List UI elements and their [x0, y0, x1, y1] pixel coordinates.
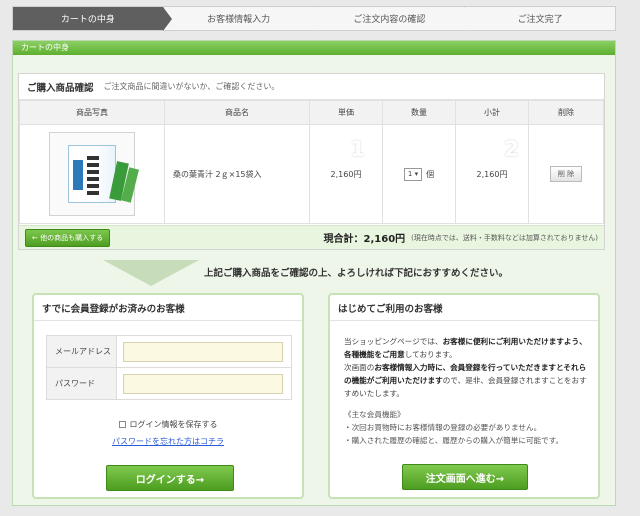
frame-title: カートの中身	[13, 41, 615, 55]
order-button-highlight: 注文画面へ進む→	[396, 461, 534, 493]
delete-cell: 削 除	[528, 124, 604, 224]
cart-total: 現合計：2,160円 (現在時点では、送料・手数料などは加算されておりません)	[323, 230, 598, 246]
quantity-value: 1	[407, 170, 413, 178]
col-qty: 数量	[382, 100, 456, 125]
guest-paragraph-2: 次画面のお客様情報入力時に、会員登録を行っていただきますとそれらの機能がご利用い…	[344, 363, 587, 398]
qty-highlight: 1 ▾ 個	[384, 157, 454, 191]
guest-panel: はじめてご利用のお客様 当ショッピングページでは、お客様に便利にご利用いただけま…	[328, 293, 600, 499]
guest-info: 当ショッピングページでは、お客様に便利にご利用いただけますよう、各種機能をご用意…	[344, 335, 590, 447]
product-photo-cell	[19, 124, 165, 224]
cart-title: ご購入商品確認	[27, 82, 94, 94]
login-button[interactable]: ログインする→	[106, 465, 234, 491]
password-field[interactable]	[123, 373, 283, 394]
email-label: メールアドレス	[46, 335, 117, 368]
delete-highlight: 削 除	[532, 157, 600, 191]
col-subtotal: 小計	[455, 100, 529, 125]
proceed-to-order-button[interactable]: 注文画面へ進む→	[402, 464, 528, 490]
step-customer-info: お客様情報入力	[164, 7, 323, 31]
save-login-checkbox[interactable]	[118, 421, 126, 428]
qty-cell: 1 ▾ 個	[382, 124, 456, 224]
member-login-panel: すでに会員登録がお済みのお客様 メールアドレス パスワード ログイン情報を保存す…	[32, 293, 304, 499]
annotation-badge-2: 2	[496, 133, 527, 164]
total-note: (現在時点では、送料・手数料などは加算されておりません)	[411, 233, 598, 242]
password-cell	[116, 367, 292, 400]
email-field[interactable]	[123, 341, 283, 362]
col-name: 商品名	[164, 100, 310, 125]
table-header-row: 商品写真 商品名 単価 数量 小計 削除	[19, 100, 604, 125]
feature-item: ・購入された履歴の確認と、履歴からの購入が簡単に可能です。	[344, 436, 564, 445]
product-package-icon	[68, 145, 139, 203]
guide-text: 上記ご購入商品をご確認の上、よろしければ下記におすすめください。	[204, 268, 509, 279]
step-cart: カートの中身	[13, 7, 172, 31]
step-label: ご注文内容の確認	[353, 15, 426, 25]
continue-shopping-button[interactable]: ← 他の商品も購入する	[25, 228, 111, 247]
email-cell	[116, 335, 292, 368]
product-image[interactable]	[49, 132, 139, 216]
col-photo: 商品写真	[19, 100, 165, 125]
step-label: お客様情報入力	[207, 15, 271, 25]
total-amount: 現合計：2,160円	[323, 234, 406, 245]
forgot-password-link[interactable]: パスワードを忘れた方はコチラ	[34, 436, 302, 447]
checkout-steps: カートの中身 お客様情報入力 ご注文内容の確認 ご注文完了	[12, 6, 616, 31]
guest-paragraph-1: 当ショッピングページでは、お客様に便利にご利用いただけますよう、各種機能をご用意…	[344, 337, 587, 359]
step-label: ご注文完了	[517, 15, 563, 25]
cart-subtitle: ご注文商品に間違いがないか、ご確認ください。	[103, 82, 280, 91]
down-arrow-icon	[103, 260, 199, 286]
qty-unit: 個	[426, 169, 435, 179]
cart-header: ご購入商品確認 ご注文商品に間違いがないか、ご確認ください。	[19, 74, 604, 100]
feature-item: ・次回お買物時にお客様情報の登録の必要がありません。	[344, 423, 542, 432]
col-delete: 削除	[528, 100, 604, 125]
product-name: 桑の葉青汁 2ｇ×15袋入	[164, 124, 310, 224]
annotation-badge-1: 1	[342, 133, 373, 164]
login-form: メールアドレス パスワード	[46, 335, 292, 400]
quantity-select[interactable]: 1 ▾	[403, 167, 423, 181]
col-price: 単価	[309, 100, 383, 125]
save-login-row: ログイン情報を保存する	[34, 419, 302, 430]
member-features: 《主な会員機能》 ・次回お買物時にお客様情報の登録の必要がありません。 ・購入さ…	[344, 408, 590, 447]
step-confirm: ご注文内容の確認	[315, 7, 474, 31]
password-label: パスワード	[46, 367, 117, 400]
delete-button[interactable]: 削 除	[549, 166, 583, 182]
guest-panel-title: はじめてご利用のお客様	[330, 295, 598, 321]
save-login-label[interactable]: ログイン情報を保存する	[130, 420, 218, 429]
features-title: 《主な会員機能》	[344, 410, 405, 419]
member-panel-title: すでに会員登録がお済みのお客様	[34, 295, 302, 321]
cart-footer: ← 他の商品も購入する 現合計：2,160円 (現在時点では、送料・手数料などは…	[19, 225, 604, 249]
step-complete: ご注文完了	[465, 7, 615, 30]
step-label: カートの中身	[60, 15, 115, 25]
